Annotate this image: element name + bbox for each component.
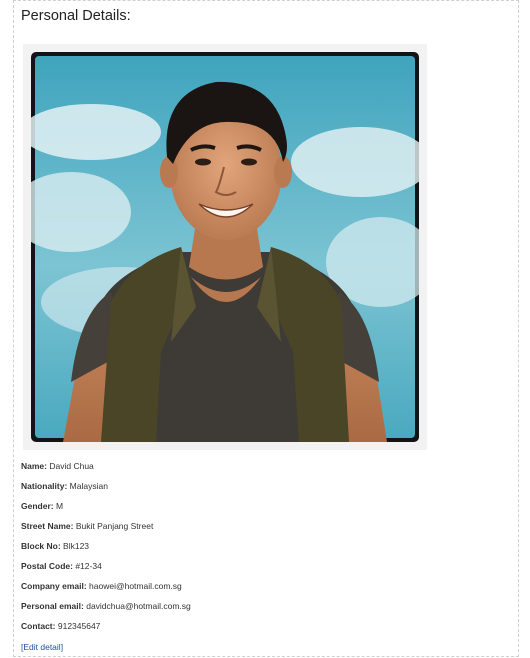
detail-value: Blk123 (63, 541, 90, 551)
profile-photo-illustration (31, 56, 419, 442)
detail-value: davidchua@hotmail.com.sg (86, 601, 191, 611)
detail-row-nationality: Nationality: Malaysian (21, 481, 191, 501)
detail-value: 912345647 (57, 621, 101, 631)
profile-photo-frame (23, 44, 427, 450)
detail-value: Bukit Panjang Street (75, 521, 154, 531)
detail-row-postal-code: Postal Code: #12-34 (21, 561, 191, 581)
detail-value: #12-34 (75, 561, 102, 571)
detail-value: David Chua (49, 461, 94, 471)
profile-photo (31, 52, 419, 442)
edit-detail-link[interactable]: [Edit detail] (21, 642, 63, 653)
panel-title: Personal Details: (21, 8, 131, 24)
detail-row-contact: Contact: 912345647 (21, 621, 191, 641)
detail-row-street-name: Street Name: Bukit Panjang Street (21, 521, 191, 541)
detail-row-personal-email: Personal email: davidchua@hotmail.com.sg (21, 601, 191, 621)
detail-value: Malaysian (69, 481, 108, 491)
detail-row-company-email: Company email: haowei@hotmail.com.sg (21, 581, 191, 601)
detail-label: Name: (21, 461, 47, 471)
detail-label: Street Name: (21, 521, 74, 531)
detail-row-block-no: Block No: Blk123 (21, 541, 191, 561)
detail-value: haowei@hotmail.com.sg (89, 581, 182, 591)
personal-details-panel: Personal Details: Name: David Chua Natio… (13, 0, 519, 657)
detail-value: M (55, 501, 64, 511)
detail-row-gender: Gender: M (21, 501, 191, 521)
detail-row-name: Name: David Chua (21, 461, 191, 481)
detail-label: Gender: (21, 501, 54, 511)
detail-label: Personal email: (21, 601, 84, 611)
detail-label: Nationality: (21, 481, 68, 491)
detail-label: Contact: (21, 621, 56, 631)
detail-label: Block No: (21, 541, 61, 551)
detail-label: Company email: (21, 581, 87, 591)
detail-label: Postal Code: (21, 561, 73, 571)
details-list: Name: David Chua Nationality: Malaysian … (21, 461, 191, 641)
